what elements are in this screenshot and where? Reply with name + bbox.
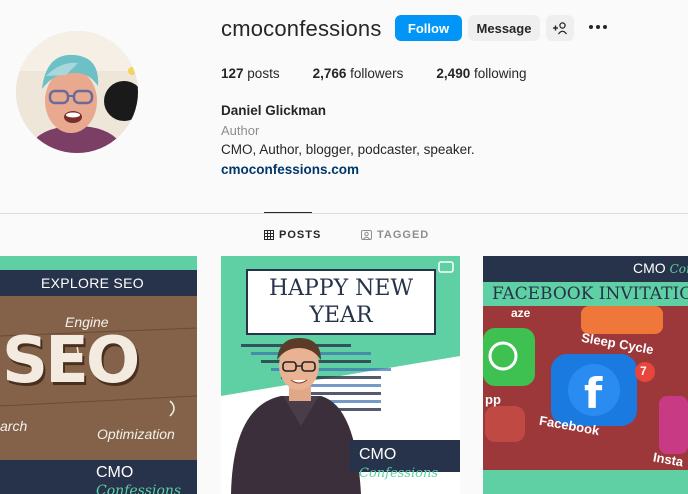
seo-banner-text: EXPLORE SEO: [41, 275, 144, 291]
grid-icon: [264, 230, 274, 240]
message-button[interactable]: Message: [468, 15, 540, 41]
post-tile-facebook-invitation[interactable]: f CMO Confessions FACEBOOK INVITATIO Sle…: [483, 256, 688, 494]
tabs-divider: [0, 213, 688, 214]
profile-full-name: Daniel Glickman: [221, 103, 327, 118]
brand-cmo: CMO: [633, 260, 666, 276]
avatar-photo: [16, 31, 138, 153]
notification-badge: 7: [640, 364, 647, 378]
app-label-aze: aze: [511, 306, 531, 320]
profile-category: Author: [221, 123, 260, 138]
tab-posts[interactable]: POSTS: [264, 229, 321, 241]
profile-avatar[interactable]: [16, 31, 138, 153]
new-year-headline-line1: HAPPY NEW: [268, 276, 414, 301]
new-year-headline-line2: YEAR: [309, 303, 373, 328]
followers-stat[interactable]: 2,766 followers: [313, 66, 404, 81]
tagged-icon: [361, 230, 372, 240]
add-user-icon: [553, 22, 568, 35]
more-options-button[interactable]: [586, 17, 610, 37]
brand-cmo: CMO: [96, 464, 134, 481]
posts-count: 127: [221, 66, 244, 81]
tab-posts-label: POSTS: [279, 229, 322, 241]
facebook-banner-text: FACEBOOK INVITATIO: [492, 284, 688, 304]
posts-label: posts: [247, 66, 280, 81]
seo-big-letters: SEO: [2, 324, 140, 398]
following-stat[interactable]: 2,490 following: [436, 66, 526, 81]
seo-word-optimization: Optimization: [97, 426, 175, 442]
brand-cmo: CMO: [359, 446, 397, 463]
suggest-users-button[interactable]: [546, 15, 574, 41]
profile-bio: CMO, Author, blogger, podcaster, speaker…: [221, 142, 475, 157]
post-brand: CMO Confessions: [359, 446, 460, 482]
following-count: 2,490: [436, 66, 471, 81]
brand-confessions: Confessions: [359, 466, 439, 481]
post-tile-happy-new-year[interactable]: HAPPY NEW YEAR CMO Confessions: [221, 256, 460, 494]
app-label-app: pp: [485, 392, 501, 407]
tab-tagged[interactable]: TAGGED: [361, 229, 429, 241]
active-tab-indicator: [264, 212, 312, 213]
followers-count: 2,766: [312, 66, 347, 81]
svg-text:f: f: [584, 369, 603, 418]
tab-tagged-label: TAGGED: [377, 229, 430, 241]
seo-word-engine: Engine: [65, 314, 109, 330]
post-tile-explore-seo[interactable]: EXPLORE SEO SEO Engine arch Optimization…: [0, 256, 197, 494]
followers-label: followers: [350, 66, 404, 81]
profile-website-link[interactable]: cmoconfessions.com: [221, 162, 359, 177]
profile-page: cmoconfessions Follow Message 127 posts …: [0, 0, 688, 494]
seo-word-search: arch: [0, 418, 28, 434]
follow-button[interactable]: Follow: [395, 15, 462, 41]
profile-stats: 127 posts 2,766 followers 2,490 followin…: [221, 66, 560, 81]
following-label: following: [473, 66, 527, 81]
post-brand: CMO Confessions: [633, 260, 688, 276]
post-brand: CMO Confessions: [96, 464, 197, 494]
brand-confessions: Confessions: [96, 483, 182, 494]
more-dots-icon: [589, 25, 607, 29]
brand-confessions: Confessions: [669, 262, 688, 276]
profile-username: cmoconfessions: [221, 16, 382, 41]
posts-stat: 127 posts: [221, 66, 280, 81]
